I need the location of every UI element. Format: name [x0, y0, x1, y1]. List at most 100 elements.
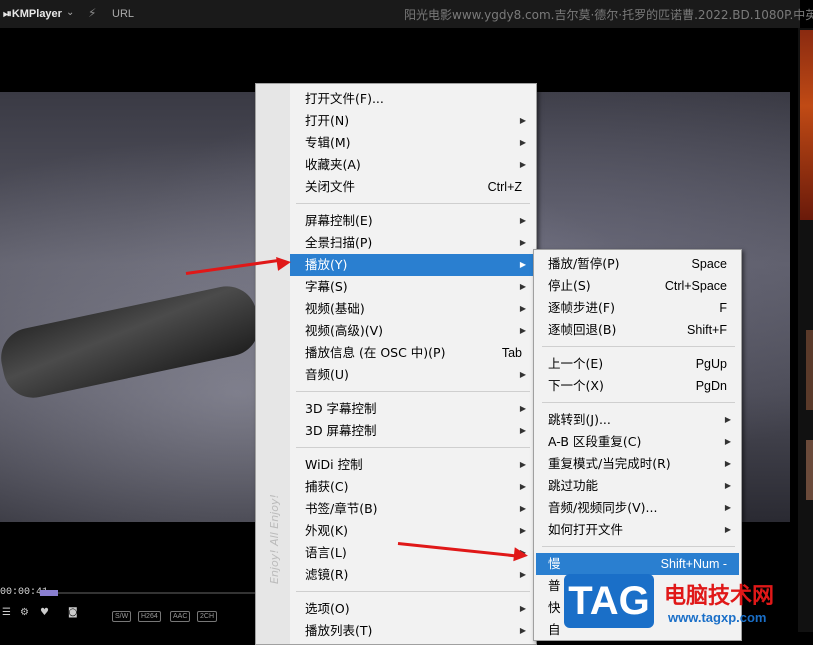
seek-bar[interactable]	[58, 592, 258, 594]
main-menu-item[interactable]: 3D 屏幕控制 ▶	[290, 420, 534, 442]
app-name: KMPlayer	[11, 8, 62, 20]
play-submenu-item[interactable]: 如何打开文件 ▶	[536, 519, 739, 541]
menu-item-label: 屏幕控制(E)	[305, 213, 373, 228]
submenu-arrow-icon: ▶	[519, 626, 526, 635]
menu-item-label: 语言(L)	[305, 545, 347, 560]
submenu-arrow-icon: ▶	[519, 282, 526, 291]
window-title: 阳光电影www.ygdy8.com.吉尔莫·德尔·托罗的匹诺曹.2022.BD.…	[404, 8, 813, 22]
submenu-arrow-icon: ▶	[519, 304, 526, 313]
side-thumbnail	[800, 30, 813, 220]
submenu-arrow-icon: ▶	[519, 482, 526, 491]
menu-item-label: 音频/视频同步(V)...	[548, 500, 658, 515]
submenu-arrow-icon: ▶	[724, 503, 731, 512]
video-branch	[0, 280, 265, 404]
play-submenu-item[interactable]: 下一个(X) PgDn	[536, 375, 739, 397]
menu-separator	[296, 391, 530, 392]
main-menu-item[interactable]: 字幕(S) ▶	[290, 276, 534, 298]
main-menu-item[interactable]: 选项(O) ▶	[290, 598, 534, 620]
menu-item-label: 滤镜(R)	[305, 567, 349, 582]
menu-item-label: 如何打开文件	[548, 522, 624, 537]
main-menu-item[interactable]: 播放信息 (在 OSC 中)(P) Tab	[290, 342, 534, 364]
menu-separator	[542, 402, 735, 403]
submenu-arrow-icon: ▶	[519, 426, 526, 435]
submenu-arrow-icon: ▶	[519, 326, 526, 335]
main-menu-item[interactable]: 视频(基础) ▶	[290, 298, 534, 320]
decoder-badge[interactable]: S/W	[112, 611, 132, 622]
main-menu-item[interactable]: 专辑(M) ▶	[290, 132, 534, 154]
menu-item-label: 捕获(C)	[305, 479, 349, 494]
play-submenu-item[interactable]: 音频/视频同步(V)... ▶	[536, 497, 739, 519]
main-menu-item[interactable]: 音频(U) ▶	[290, 364, 534, 386]
submenu-arrow-icon: ▶	[519, 460, 526, 469]
menu-item-shortcut: Tab	[501, 346, 522, 360]
menu-separator	[296, 447, 530, 448]
main-menu-item[interactable]: 书签/章节(B) ▶	[290, 498, 534, 520]
submenu-arrow-icon: ▶	[724, 481, 731, 490]
menu-item-label: 逐帧回退(B)	[548, 322, 617, 337]
play-submenu-item[interactable]: 播放/暂停(P) Space	[536, 253, 739, 275]
main-menu-item[interactable]: 关闭文件 Ctrl+Z	[290, 176, 534, 198]
menu-separator	[296, 203, 530, 204]
submenu-arrow-icon: ▶	[519, 116, 526, 125]
menu-item-label: 书签/章节(B)	[305, 501, 378, 516]
menu-item-label: 字幕(S)	[305, 279, 348, 294]
watermark-logo: TAG	[564, 574, 654, 628]
menu-item-label: 全景扫描(P)	[305, 235, 373, 250]
play-submenu-item[interactable]: 上一个(E) PgUp	[536, 353, 739, 375]
main-menu-item[interactable]: 播放列表(T) ▶	[290, 620, 534, 642]
submenu-arrow-icon: ▶	[519, 260, 526, 269]
url-button[interactable]: URL	[112, 8, 134, 20]
main-menu-item[interactable]: 捕获(C) ▶	[290, 476, 534, 498]
seek-progress[interactable]	[40, 590, 58, 596]
play-submenu-item[interactable]: 停止(S) Ctrl+Space	[536, 275, 739, 297]
main-menu-item[interactable]: 收藏夹(A) ▶	[290, 154, 534, 176]
menu-item-shortcut: Space	[691, 257, 727, 271]
main-menu-item[interactable]: 全景扫描(P) ▶	[290, 232, 534, 254]
submenu-arrow-icon: ▶	[519, 216, 526, 225]
menu-item-label: 慢	[548, 556, 561, 571]
menu-item-label: 自	[548, 622, 561, 637]
main-menu-item[interactable]: 屏幕控制(E) ▶	[290, 210, 534, 232]
play-submenu-item[interactable]: 逐帧回退(B) Shift+F	[536, 319, 739, 341]
app-logo[interactable]: ⏯KMPlayer	[3, 8, 62, 21]
menu-item-label: 打开(N)	[305, 113, 350, 128]
menu-item-label: 专辑(M)	[305, 135, 351, 150]
gear-icon[interactable]: ⚙	[20, 607, 29, 621]
submenu-arrow-icon: ▶	[519, 404, 526, 413]
bolt-icon[interactable]: ⚡	[88, 6, 96, 20]
main-menu-item[interactable]: 外观(K) ▶	[290, 520, 534, 542]
menu-item-label: 音频(U)	[305, 367, 349, 382]
main-menu-item[interactable]: 滤镜(R) ▶	[290, 564, 534, 586]
side-thumbnail	[806, 440, 813, 500]
main-menu-item[interactable]: 打开(N) ▶	[290, 110, 534, 132]
play-submenu-item[interactable]: A-B 区段重复(C) ▶	[536, 431, 739, 453]
vr-icon[interactable]: ◙	[68, 607, 78, 621]
menu-item-label: 普	[548, 578, 561, 593]
menu-item-label: 3D 字幕控制	[305, 401, 377, 416]
codec-badge: H264	[138, 611, 161, 622]
submenu-arrow-icon: ▶	[519, 570, 526, 579]
play-submenu-item[interactable]: 逐帧步进(F) F	[536, 297, 739, 319]
play-submenu-item[interactable]: 跳转到(J)... ▶	[536, 409, 739, 431]
menu-item-label: 重复模式/当完成时(R)	[548, 456, 671, 471]
play-submenu-item[interactable]: 跳过功能 ▶	[536, 475, 739, 497]
heart-icon[interactable]: ♥	[40, 607, 49, 621]
menu-item-shortcut: F	[719, 301, 727, 315]
menu-item-label: 上一个(E)	[548, 356, 604, 371]
main-menu-item[interactable]: WiDi 控制 ▶	[290, 454, 534, 476]
menu-item-label: A-B 区段重复(C)	[548, 434, 642, 449]
menu-item-label: 播放/暂停(P)	[548, 256, 620, 271]
menu-item-shortcut: Ctrl+Z	[487, 180, 522, 194]
main-menu-item[interactable]: 打开文件(F)...	[290, 88, 534, 110]
main-menu-item[interactable]: 3D 字幕控制 ▶	[290, 398, 534, 420]
playlist-icon[interactable]: ☰	[2, 607, 11, 621]
submenu-arrow-icon: ▶	[724, 459, 731, 468]
main-menu-item[interactable]: 视频(高级)(V) ▶	[290, 320, 534, 342]
main-menu-item[interactable]: 播放(Y) ▶	[290, 254, 534, 276]
menu-item-label: 快	[548, 600, 561, 615]
menu-item-shortcut: PgDn	[695, 379, 727, 393]
submenu-arrow-icon: ▶	[724, 415, 731, 424]
context-menu: Enjoy! All Enjoy! 打开文件(F)... 打开(N) ▶ 专辑(M) ▶…	[255, 83, 537, 645]
play-submenu-item[interactable]: 重复模式/当完成时(R) ▶	[536, 453, 739, 475]
chevron-down-icon[interactable]: ⌄	[66, 7, 74, 18]
